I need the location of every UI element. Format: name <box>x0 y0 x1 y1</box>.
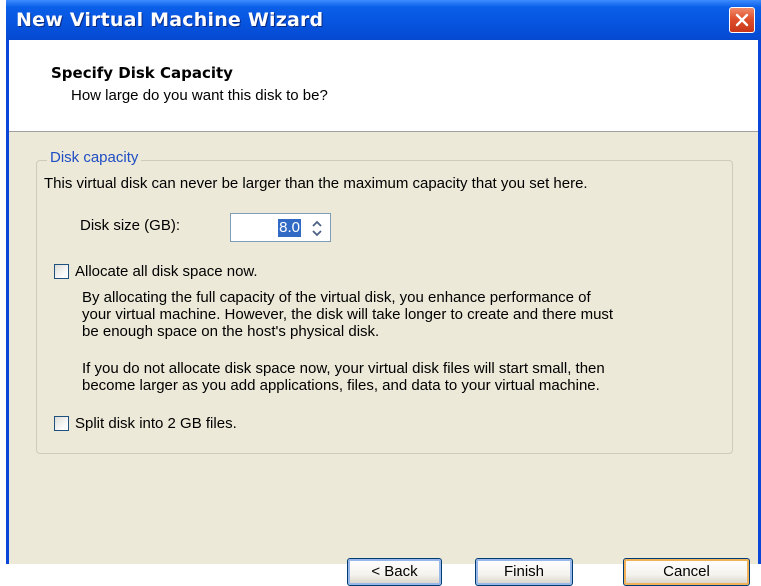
disk-size-label: Disk size (GB): <box>80 217 181 234</box>
capacity-description: This virtual disk can never be larger th… <box>44 175 588 192</box>
split-disk-label[interactable]: Split disk into 2 GB files. <box>75 415 237 432</box>
back-button[interactable]: < Back <box>347 558 442 586</box>
text-line: be enough space on the host's physical d… <box>82 323 380 340</box>
cancel-button[interactable]: Cancel <box>623 558 750 586</box>
allocate-explanation: By allocating the full capacity of the v… <box>82 289 742 340</box>
disk-capacity-legend: Disk capacity <box>47 149 142 166</box>
wizard-client-area: Specify Disk Capacity How large do you w… <box>9 40 758 586</box>
split-disk-checkbox[interactable] <box>54 416 69 431</box>
page-title: Specify Disk Capacity <box>51 64 233 82</box>
text-line: By allocating the full capacity of the v… <box>82 289 591 306</box>
finish-button[interactable]: Finish <box>475 558 573 586</box>
no-allocate-explanation: If you do not allocate disk space now, y… <box>82 360 742 394</box>
allocate-label[interactable]: Allocate all disk space now. <box>75 263 258 280</box>
allocate-checkbox[interactable] <box>54 264 69 279</box>
disk-size-spinner[interactable]: 8.0 <box>230 213 331 242</box>
chevron-down-icon <box>311 224 322 241</box>
spin-down-button[interactable] <box>306 227 327 237</box>
window-title: New Virtual Machine Wizard <box>16 9 324 31</box>
text-line: become larger as you add applications, f… <box>82 377 600 394</box>
spinner-arrows[interactable] <box>306 217 327 238</box>
title-bar[interactable]: New Virtual Machine Wizard <box>6 0 761 40</box>
text-line: your virtual machine. However, the disk … <box>82 306 614 323</box>
wizard-window: New Virtual Machine Wizard Specify Disk … <box>6 0 761 586</box>
close-button[interactable] <box>729 7 755 33</box>
text-line: If you do not allocate disk space now, y… <box>82 360 605 377</box>
close-icon <box>735 13 749 27</box>
page-subtitle: How large do you want this disk to be? <box>71 87 328 104</box>
disk-size-input[interactable]: 8.0 <box>278 219 301 237</box>
wizard-header: Specify Disk Capacity How large do you w… <box>9 40 758 132</box>
